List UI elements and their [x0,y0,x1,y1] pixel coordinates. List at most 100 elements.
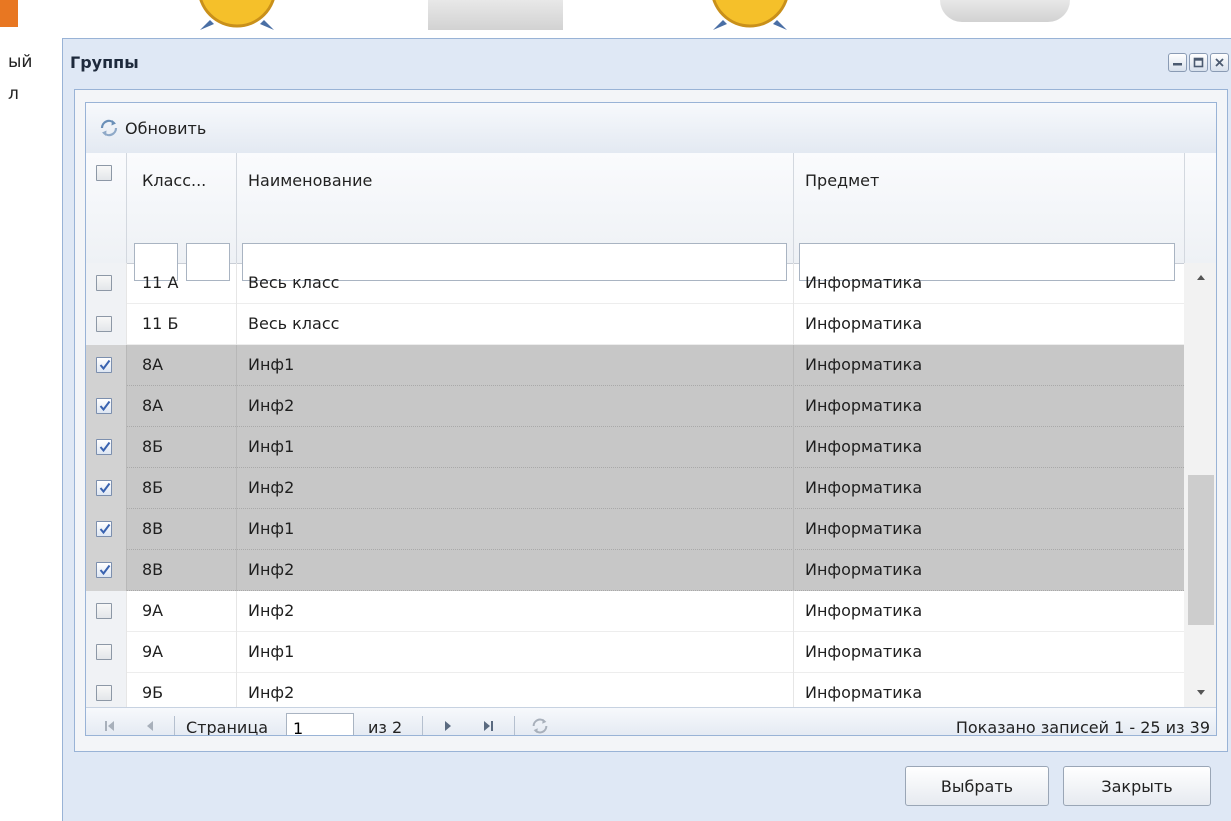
cell-separator [236,468,237,509]
checkmark-icon [99,564,111,576]
scroll-down-icon[interactable] [1184,679,1216,707]
row-checkbox[interactable] [96,644,112,660]
close-button[interactable]: Закрыть [1063,766,1211,806]
cell-name: Весь класс [248,314,340,333]
cell-name: Инф2 [248,601,295,620]
table-row[interactable]: 8Б Инф1 Информатика [86,427,1184,468]
row-checkbox[interactable] [96,603,112,619]
prev-page-icon[interactable] [140,716,160,735]
next-page-icon[interactable] [438,716,458,735]
cell-subject: Информатика [805,273,923,292]
table-row[interactable]: 11 Б Весь класс Информатика [86,304,1184,345]
cell-name: Инф1 [248,642,295,661]
table-row[interactable]: 8В Инф1 Информатика [86,509,1184,550]
cell-class: 9А [142,642,164,661]
cell-subject: Информатика [805,642,923,661]
checkmark-icon [99,359,111,371]
column-separator [126,153,127,263]
maximize-icon[interactable] [1189,53,1208,72]
cell-separator [793,673,794,707]
cell-name: Инф2 [248,560,295,579]
page-number-input[interactable] [286,713,354,735]
background-image [428,0,563,30]
table-row[interactable]: 9А Инф2 Информатика [86,591,1184,632]
cell-subject: Информатика [805,519,923,538]
checkmark-icon [99,400,111,412]
cell-separator [793,386,794,427]
cell-separator [126,468,127,509]
cell-separator [126,263,127,304]
row-checkbox[interactable] [96,357,112,373]
background-orange-tile [0,0,18,27]
row-checkbox[interactable] [96,316,112,332]
cell-separator [236,304,237,345]
cell-subject: Информатика [805,396,923,415]
window-tools [1168,53,1229,72]
row-checkbox[interactable] [96,562,112,578]
refresh-button[interactable]: Обновить [98,117,206,139]
cell-separator [793,345,794,386]
cell-separator [126,427,127,468]
dialog-header[interactable]: Группы [63,39,1231,89]
cell-class: 8А [142,355,164,374]
select-button[interactable]: Выбрать [905,766,1049,806]
cell-name: Инф2 [248,396,295,415]
pager-separator [422,716,423,735]
cell-subject: Информатика [805,560,923,579]
select-all-checkbox[interactable] [96,165,112,181]
row-checkbox[interactable] [96,685,112,701]
row-checkbox[interactable] [96,398,112,414]
vertical-scrollbar[interactable] [1184,263,1216,707]
table-row[interactable]: 8Б Инф2 Информатика [86,468,1184,509]
grid-rows: 11 А Весь класс Информатика 11 Б Весь класс И… [86,263,1184,707]
row-checkbox[interactable] [96,480,112,496]
refresh-label: Обновить [125,118,207,138]
background-clock-icon [192,0,282,30]
paging-toolbar: Страница из 2 [86,707,1216,736]
cell-separator [793,304,794,345]
cell-subject: Информатика [805,355,923,374]
row-checkbox[interactable] [96,439,112,455]
cell-class: 8А [142,396,164,415]
scroll-thumb[interactable] [1188,475,1214,625]
grid-toolbar: Обновить [86,103,1216,154]
background-text-line1: ый [8,52,33,72]
cell-separator [126,304,127,345]
page-total-label: из 2 [368,718,403,736]
cell-separator [236,591,237,632]
table-row[interactable]: 8А Инф1 Информатика [86,345,1184,386]
cell-class: 8В [142,519,164,538]
pager-refresh-icon[interactable] [530,716,550,735]
column-header-subject[interactable]: Предмет [805,171,879,190]
cell-separator [126,591,127,632]
table-row[interactable]: 9А Инф1 Информатика [86,632,1184,673]
row-checkbox[interactable] [96,521,112,537]
first-page-icon[interactable] [100,716,120,735]
minimize-icon[interactable] [1168,53,1187,72]
cell-separator [793,550,794,591]
cell-subject: Информатика [805,437,923,456]
close-icon[interactable] [1210,53,1229,72]
background-text-line2: л [8,84,19,104]
table-row[interactable]: 8А Инф2 Информатика [86,386,1184,427]
background-image-2 [940,0,1070,22]
groups-grid: Обновить Класс... Наименование Предмет 1… [85,102,1217,736]
cell-separator [793,263,794,304]
table-row[interactable]: 9Б Инф2 Информатика [86,673,1184,707]
row-checkbox[interactable] [96,275,112,291]
pager-separator [174,716,175,735]
cell-subject: Информатика [805,683,923,702]
checkmark-icon [99,482,111,494]
last-page-icon[interactable] [478,716,498,735]
scroll-up-icon[interactable] [1184,263,1216,291]
cell-name: Инф1 [248,437,295,456]
cell-subject: Информатика [805,601,923,620]
column-separator [236,153,237,263]
column-header-name[interactable]: Наименование [248,171,372,190]
records-info: Показано записей 1 - 25 из 39 [955,718,1210,736]
column-header-class[interactable]: Класс... [142,171,206,190]
table-row[interactable]: 8В Инф2 Информатика [86,550,1184,591]
column-separator [1184,153,1185,263]
column-separator [793,153,794,263]
table-row[interactable]: 11 А Весь класс Информатика [86,263,1184,304]
